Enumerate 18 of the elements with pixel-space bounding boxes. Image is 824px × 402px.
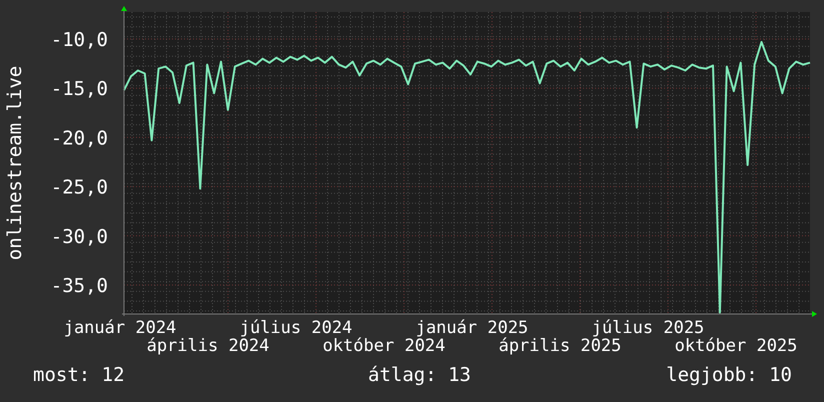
x-tick-label: január 2025 xyxy=(416,318,528,338)
y-tick-label: -25,0 xyxy=(50,176,108,199)
y-axis-label: onlinestream.live xyxy=(4,66,26,260)
y-tick-label: -35,0 xyxy=(50,274,108,297)
legend-stat: legjobb: 10 xyxy=(666,364,792,386)
legend-stat: most: 12 xyxy=(33,364,126,386)
y-tick-label: -15,0 xyxy=(50,78,108,100)
x-tick-label: július 2025 xyxy=(592,318,704,338)
legend-stat: átlag: 13 xyxy=(367,364,471,386)
y-tick-label: -20,0 xyxy=(50,127,108,150)
x-tick-label: október 2024 xyxy=(322,336,446,356)
y-tick-label: -10,0 xyxy=(50,29,108,52)
x-tick-label: április 2024 xyxy=(146,336,270,356)
y-tick-label: -30,0 xyxy=(50,226,108,248)
x-tick-label: április 2025 xyxy=(498,336,622,356)
x-tick-label: január 2024 xyxy=(64,318,176,338)
x-tick-label: október 2025 xyxy=(674,336,798,356)
x-tick-label: július 2024 xyxy=(240,318,352,338)
